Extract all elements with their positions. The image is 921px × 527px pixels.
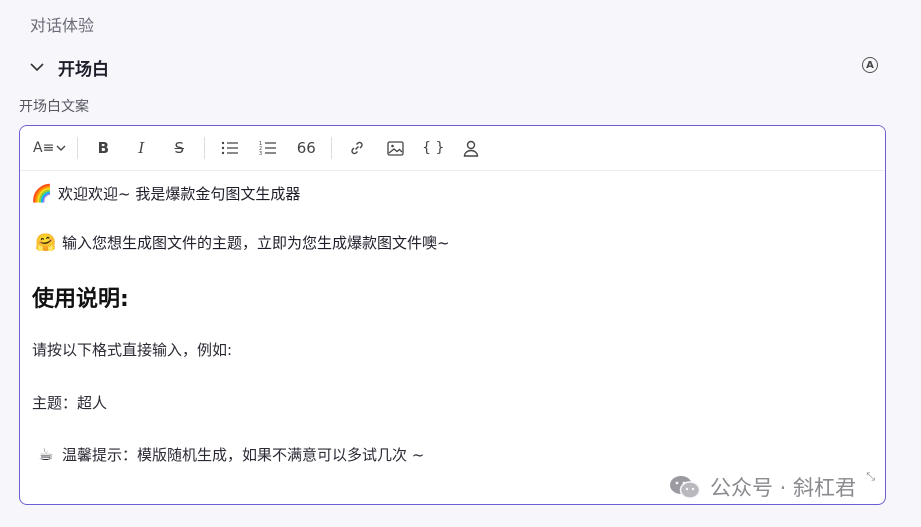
intro-line: 🤗 输入您想生成图文件的主题，立即为您生成爆款图文件噢~ (35, 232, 450, 253)
bold-icon[interactable]: B (89, 134, 117, 162)
usage-paragraph: 请按以下格式直接输入，例如: (32, 341, 233, 359)
section-title: 对话体验 (30, 16, 95, 35)
chevron-down-icon[interactable] (28, 58, 46, 76)
watermark: 公众号 · 斜杠君 (668, 472, 856, 502)
rainbow-icon: 🌈 (31, 183, 53, 204)
wechat-logo-icon (670, 476, 701, 499)
toolbar-divider (331, 137, 333, 159)
resize-handle-icon[interactable]: ⤡ (866, 470, 875, 484)
svg-text:3: 3 (259, 151, 262, 156)
strikethrough-icon[interactable]: S (165, 134, 193, 162)
user-icon[interactable] (457, 134, 485, 162)
bullet-list-icon[interactable] (216, 134, 244, 162)
code-block-icon[interactable]: { } (419, 134, 447, 162)
editor-toolbar: A≡ B I S 123 66 { } (20, 126, 885, 171)
toolbar-divider (77, 137, 79, 159)
field-label: 开场白文案 (19, 99, 89, 115)
hugging-face-icon: 🤗 (35, 232, 57, 253)
image-icon[interactable] (381, 134, 409, 162)
italic-icon[interactable]: I (127, 134, 155, 162)
example-paragraph: 主题：超人 (32, 394, 108, 412)
font-size-icon[interactable]: A≡ (33, 134, 66, 162)
opening-collapse-header[interactable]: 开场白 A (28, 54, 878, 80)
coffee-icon: ☕ (38, 444, 54, 465)
editor-content[interactable]: 🌈 欢迎欢迎~ 我是爆款金句图文生成器 🤗 输入您想生成图文件的主题，立即为您生… (20, 171, 885, 465)
welcome-line: 🌈 欢迎欢迎~ 我是爆款金句图文生成器 (31, 183, 301, 204)
tip-line: ☕ 温馨提示：模版随机生成，如果不满意可以多试几次 ~ (32, 444, 873, 465)
ordered-list-icon[interactable]: 123 (254, 134, 282, 162)
opening-text-editor[interactable]: A≡ B I S 123 66 { } 🌈 欢迎欢迎~ 我是爆款金句图文生成器 (19, 125, 886, 505)
ai-badge-icon[interactable]: A (862, 57, 878, 73)
usage-heading: 使用说明: (32, 287, 129, 312)
collapse-title: 开场白 (58, 59, 109, 80)
toolbar-divider (204, 137, 206, 159)
link-icon[interactable] (343, 134, 371, 162)
quote-icon[interactable]: 66 (292, 134, 320, 162)
